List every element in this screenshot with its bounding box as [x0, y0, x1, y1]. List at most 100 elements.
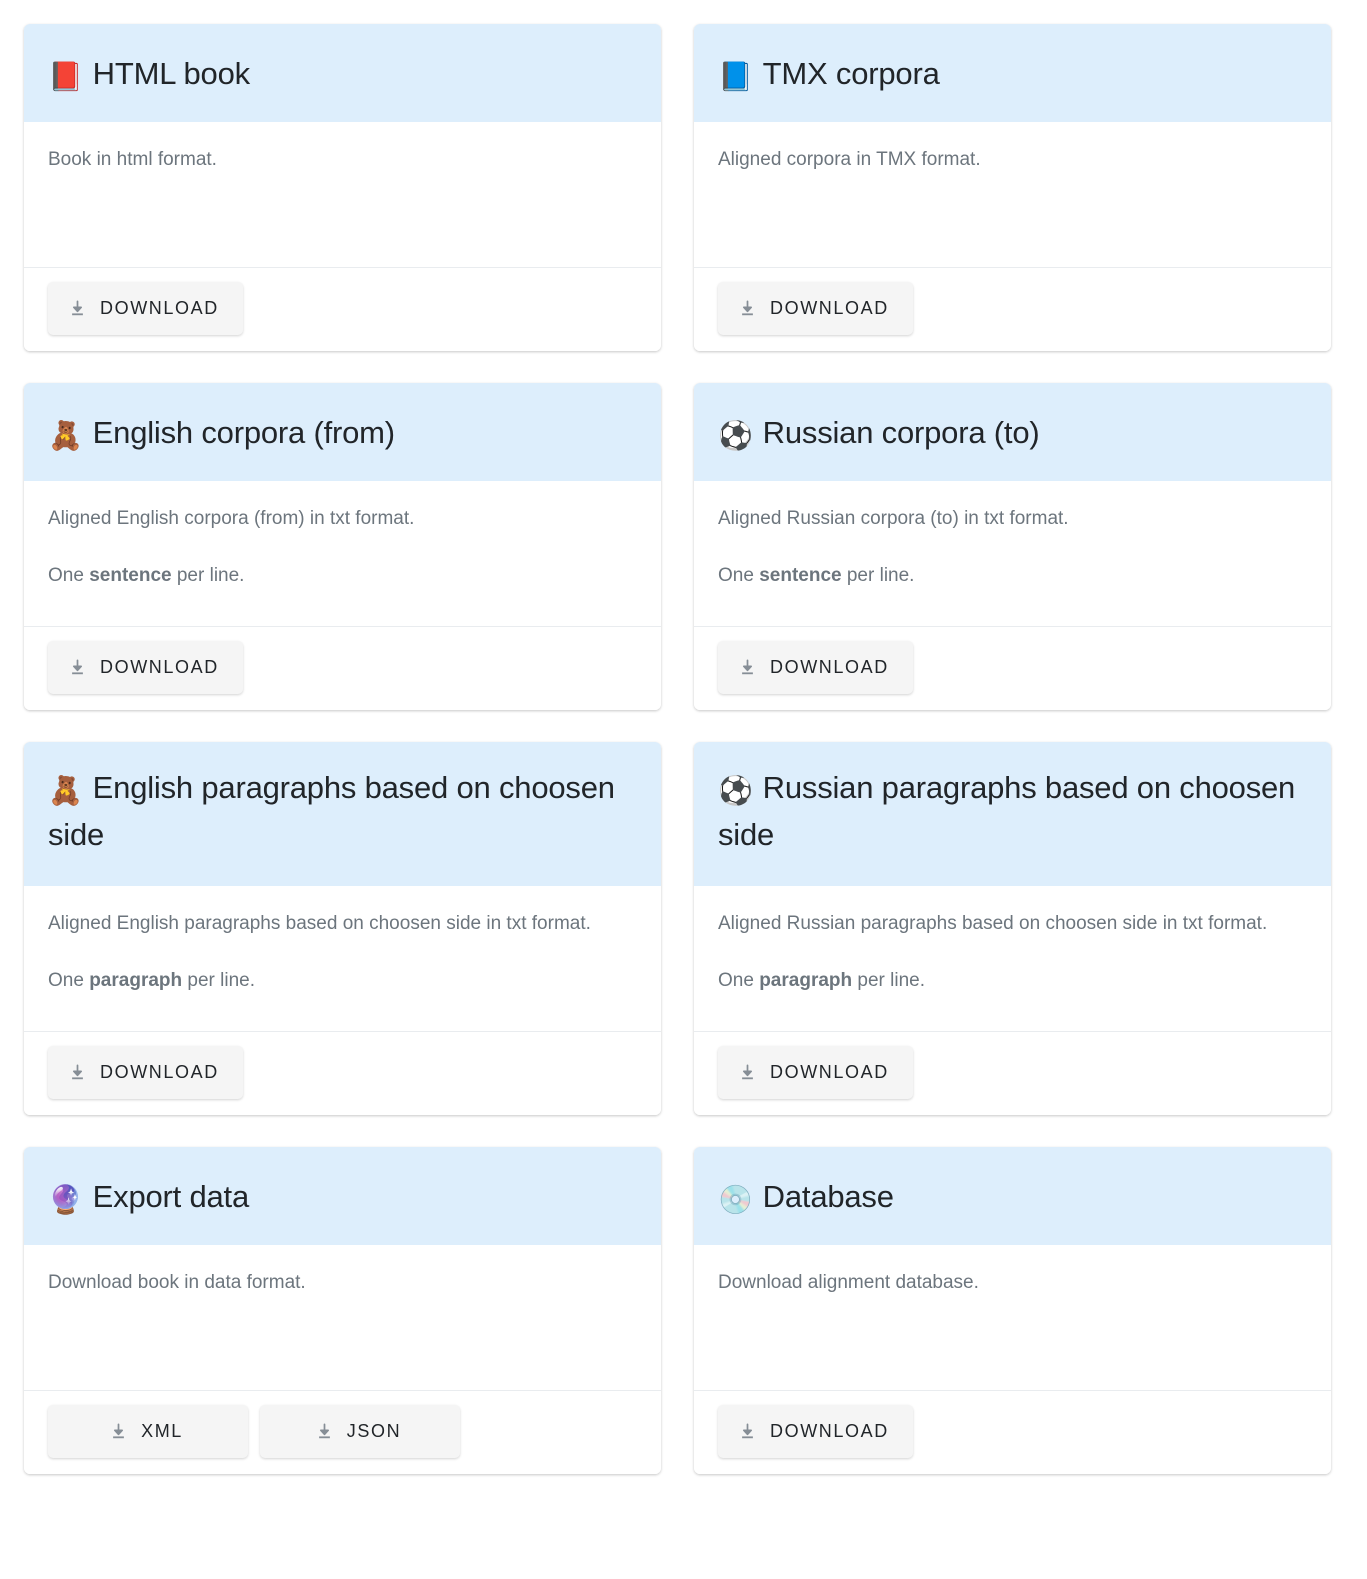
download-button[interactable]: DOWNLOAD — [718, 282, 913, 335]
card-title: 📕 HTML book — [48, 50, 250, 97]
download-json-button[interactable]: JSON — [260, 1405, 460, 1458]
soccer-ball-icon: ⚽ — [718, 419, 753, 452]
closed-book-icon: 📕 — [48, 60, 83, 93]
card-header: 💿 Database — [694, 1147, 1331, 1245]
text-segment: Aligned corpora in TMX format. — [718, 149, 981, 170]
button-label: DOWNLOAD — [100, 657, 219, 678]
card-description-line: Aligned Russian corpora (to) in txt form… — [718, 505, 1307, 533]
download-button[interactable]: DOWNLOAD — [718, 1046, 913, 1099]
card-description-line: One sentence per line. — [718, 562, 1307, 590]
text-segment: Book in html format. — [48, 149, 217, 170]
download-arrow-icon — [68, 1063, 87, 1082]
button-label: DOWNLOAD — [100, 1062, 219, 1083]
card-header: 🧸 English corpora (from) — [24, 383, 661, 481]
soccer-ball-icon: ⚽ — [718, 774, 753, 807]
card-description-line: One paragraph per line. — [718, 967, 1307, 995]
card-title-text: HTML book — [93, 56, 250, 91]
button-label: DOWNLOAD — [770, 1421, 889, 1442]
card-description-line: Download book in data format. — [48, 1269, 637, 1297]
download-arrow-icon — [315, 1422, 334, 1441]
card-russian-corpora-to: ⚽Russian corpora (to) Aligned Russian cor… — [694, 383, 1331, 710]
button-label: DOWNLOAD — [770, 657, 889, 678]
card-title-text: TMX corpora — [763, 56, 940, 91]
card-footer: DOWNLOAD — [694, 1391, 1331, 1474]
card-header: 🔮Export data — [24, 1147, 661, 1245]
text-segment: per line. — [182, 970, 255, 991]
text-segment: Aligned English corpora (from) in txt fo… — [48, 508, 414, 529]
card-title: 🧸English paragraphs based on choosen sid… — [48, 764, 637, 858]
download-button[interactable]: DOWNLOAD — [48, 1046, 243, 1099]
card-english-corpora-from: 🧸 English corpora (from) Aligned English c… — [24, 383, 661, 710]
download-button[interactable]: DOWNLOAD — [718, 641, 913, 694]
download-arrow-icon — [109, 1422, 128, 1441]
download-arrow-icon — [738, 1063, 757, 1082]
download-button[interactable]: DOWNLOAD — [48, 641, 243, 694]
card-footer: DOWNLOAD — [24, 627, 661, 710]
card-title-text: English corpora (from) — [93, 415, 395, 450]
download-xml-button[interactable]: XML — [48, 1405, 248, 1458]
blue-book-icon: 📘 — [718, 60, 753, 93]
button-label: DOWNLOAD — [100, 298, 219, 319]
text-segment: One — [718, 970, 759, 991]
card-title-text: Export data — [93, 1179, 249, 1214]
card-title: 📘 TMX corpora — [718, 50, 940, 97]
card-html-book: 📕 HTML book Book in html format. DOWNLOAD — [24, 24, 661, 351]
button-label: DOWNLOAD — [770, 1062, 889, 1083]
text-segment: Aligned Russian corpora (to) in txt form… — [718, 508, 1069, 529]
card-header: 📘 TMX corpora — [694, 24, 1331, 122]
card-title-text: Database — [763, 1179, 894, 1214]
text-segment: per line. — [172, 565, 245, 586]
card-body: Download alignment database. — [694, 1245, 1331, 1391]
card-title: 🧸 English corpora (from) — [48, 409, 395, 456]
text-segment: One — [48, 565, 89, 586]
emphasis-text: paragraph — [89, 970, 182, 991]
card-title: ⚽Russian paragraphs based on choosen sid… — [718, 764, 1307, 858]
card-body: Aligned Russian corpora (to) in txt form… — [694, 481, 1331, 627]
download-cards-grid: 📕 HTML book Book in html format. DOWNLOAD 📘 T… — [0, 0, 1367, 1498]
teddy-bear-icon: 🧸 — [48, 419, 83, 452]
text-segment: Download book in data format. — [48, 1272, 306, 1293]
card-footer: XML JSON — [24, 1391, 661, 1474]
text-segment: per line. — [852, 970, 925, 991]
card-body: Download book in data format. — [24, 1245, 661, 1391]
button-label: XML — [141, 1421, 183, 1442]
card-description-line: Aligned English paragraphs based on choo… — [48, 910, 637, 938]
card-title: 💿 Database — [718, 1173, 894, 1220]
text-segment: Aligned Russian paragraphs based on choo… — [718, 913, 1267, 934]
card-body: Aligned English paragraphs based on choo… — [24, 886, 661, 1032]
card-tmx-corpora: 📘 TMX corpora Aligned corpora in TMX forma… — [694, 24, 1331, 351]
card-footer: DOWNLOAD — [694, 268, 1331, 351]
card-description-line: Aligned Russian paragraphs based on choo… — [718, 910, 1307, 938]
card-description-line: One sentence per line. — [48, 562, 637, 590]
text-segment: One — [48, 970, 89, 991]
optical-disk-icon: 💿 — [718, 1183, 753, 1216]
card-description-line: Book in html format. — [48, 146, 637, 174]
card-database: 💿 Database Download alignment database. DOW… — [694, 1147, 1331, 1474]
card-title-text: Russian paragraphs based on choosen side — [718, 770, 1295, 852]
download-arrow-icon — [738, 658, 757, 677]
emphasis-text: sentence — [89, 565, 171, 586]
card-body: Book in html format. — [24, 122, 661, 268]
card-header: 🧸English paragraphs based on choosen sid… — [24, 742, 661, 886]
card-body: Aligned English corpora (from) in txt fo… — [24, 481, 661, 627]
teddy-bear-icon: 🧸 — [48, 774, 83, 807]
card-title-text: English paragraphs based on choosen side — [48, 770, 615, 852]
download-arrow-icon — [68, 658, 87, 677]
card-description-line: Download alignment database. — [718, 1269, 1307, 1297]
card-title: ⚽Russian corpora (to) — [718, 409, 1040, 456]
download-arrow-icon — [738, 1422, 757, 1441]
card-footer: DOWNLOAD — [24, 1032, 661, 1115]
card-header: ⚽Russian corpora (to) — [694, 383, 1331, 481]
download-button[interactable]: DOWNLOAD — [48, 282, 243, 335]
download-button[interactable]: DOWNLOAD — [718, 1405, 913, 1458]
button-label: DOWNLOAD — [770, 298, 889, 319]
card-description-line: Aligned English corpora (from) in txt fo… — [48, 505, 637, 533]
card-description-line: One paragraph per line. — [48, 967, 637, 995]
card-russian-paragraphs: ⚽Russian paragraphs based on choosen sid… — [694, 742, 1331, 1115]
emphasis-text: paragraph — [759, 970, 852, 991]
button-label: JSON — [347, 1421, 401, 1442]
card-export-data: 🔮Export data Download book in data format… — [24, 1147, 661, 1474]
card-header: 📕 HTML book — [24, 24, 661, 122]
card-body: Aligned corpora in TMX format. — [694, 122, 1331, 268]
card-header: ⚽Russian paragraphs based on choosen sid… — [694, 742, 1331, 886]
